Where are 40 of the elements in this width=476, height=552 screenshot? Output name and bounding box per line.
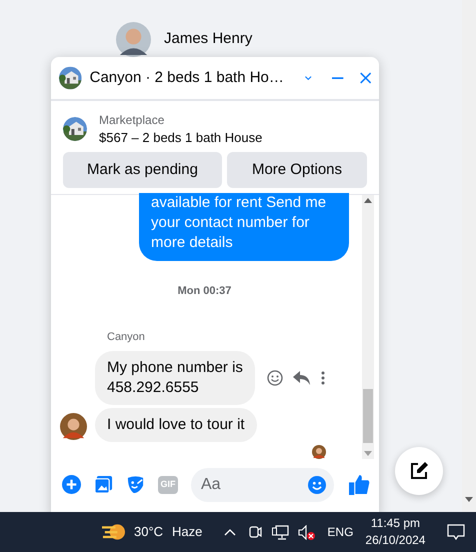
scrollbar[interactable]: [362, 195, 374, 459]
chat-title[interactable]: Canyon · 2 beds 1 bath Ho…: [90, 66, 284, 90]
image-icon[interactable]: [94, 475, 113, 494]
read-receipt-avatar: [312, 444, 326, 459]
camera-icon[interactable]: [249, 524, 262, 540]
clock[interactable]: 11:45 pm 26/10/2024: [365, 515, 426, 549]
muted-speaker-icon[interactable]: [298, 524, 316, 540]
like-icon[interactable]: [349, 474, 370, 496]
weather-icon[interactable]: [102, 522, 125, 542]
close-icon[interactable]: [360, 70, 372, 86]
more-options-button[interactable]: More Options: [227, 152, 367, 188]
more-icon[interactable]: [320, 370, 325, 385]
listing-source: Marketplace: [99, 112, 166, 130]
compose-button[interactable]: [395, 447, 443, 495]
listing-summary[interactable]: $567 – 2 beds 1 bath House: [99, 129, 262, 148]
incoming-message: My phone number is 458.292.6555: [95, 350, 255, 405]
weather-condition[interactable]: Haze: [172, 522, 202, 542]
sticker-icon[interactable]: [126, 475, 145, 494]
edit-icon: [409, 461, 429, 481]
emoji-icon[interactable]: [308, 476, 326, 494]
smiley-icon[interactable]: [266, 370, 283, 386]
scroll-up-icon[interactable]: [364, 198, 372, 204]
message-field[interactable]: Aa: [191, 468, 334, 502]
plus-icon[interactable]: [62, 475, 81, 494]
avatar: [116, 22, 151, 57]
timestamp: Mon 00:37: [178, 284, 232, 300]
scroll-down-icon[interactable]: [465, 497, 473, 502]
contact-name[interactable]: James Henry: [164, 28, 252, 51]
reply-icon[interactable]: [292, 370, 311, 386]
mark-pending-button[interactable]: Mark as pending: [63, 152, 222, 188]
outgoing-message: available for rent Send me your contact number for more details: [139, 193, 349, 262]
network-icon[interactable]: [272, 524, 290, 540]
sender-name: Canyon: [107, 330, 145, 343]
chevron-up-icon[interactable]: [224, 528, 236, 536]
language-indicator[interactable]: ENG: [327, 523, 354, 541]
page-scrollbar[interactable]: [462, 0, 476, 512]
notifications-icon[interactable]: [447, 524, 466, 540]
temperature[interactable]: 30°C: [134, 522, 164, 542]
scroll-thumb[interactable]: [363, 388, 373, 443]
incoming-message: I would love to tour it: [95, 408, 257, 442]
